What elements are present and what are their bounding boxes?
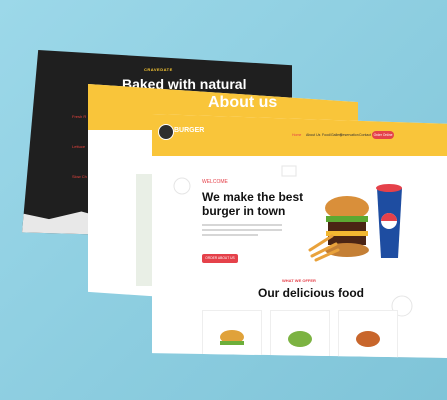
side-item: Fresh R [72, 114, 87, 119]
website-preview-home: BURGER Home About Us Food/Gallery Reserv… [152, 114, 447, 358]
offer-label: WHAT WE OFFER [282, 278, 316, 283]
side-item: Slow Ch [72, 174, 87, 179]
burger-meal-illustration [308, 184, 402, 262]
hero-description [202, 224, 282, 238]
food-card[interactable] [338, 310, 398, 358]
hero-title: We make the best burger in town [202, 190, 304, 218]
nav-item-about[interactable]: About Us [306, 133, 320, 137]
side-item: Lettuce [72, 144, 86, 149]
hero-order-button[interactable]: ORDER ABOUT US [202, 254, 238, 263]
order-online-button[interactable]: Order Online [372, 131, 394, 139]
section-tag: CRAVEDATE [144, 67, 173, 72]
food-card[interactable] [202, 310, 262, 358]
section-title: Our delicious food [258, 286, 365, 300]
welcome-label: WELCOME [202, 179, 228, 185]
brand-name[interactable]: BURGER [174, 127, 204, 134]
nav-item-home[interactable]: Home [292, 133, 301, 137]
food-card[interactable] [270, 310, 330, 358]
logo-icon[interactable] [158, 124, 174, 140]
nav-item-reservation[interactable]: Reservation [340, 133, 359, 137]
about-title: About us [208, 94, 278, 111]
